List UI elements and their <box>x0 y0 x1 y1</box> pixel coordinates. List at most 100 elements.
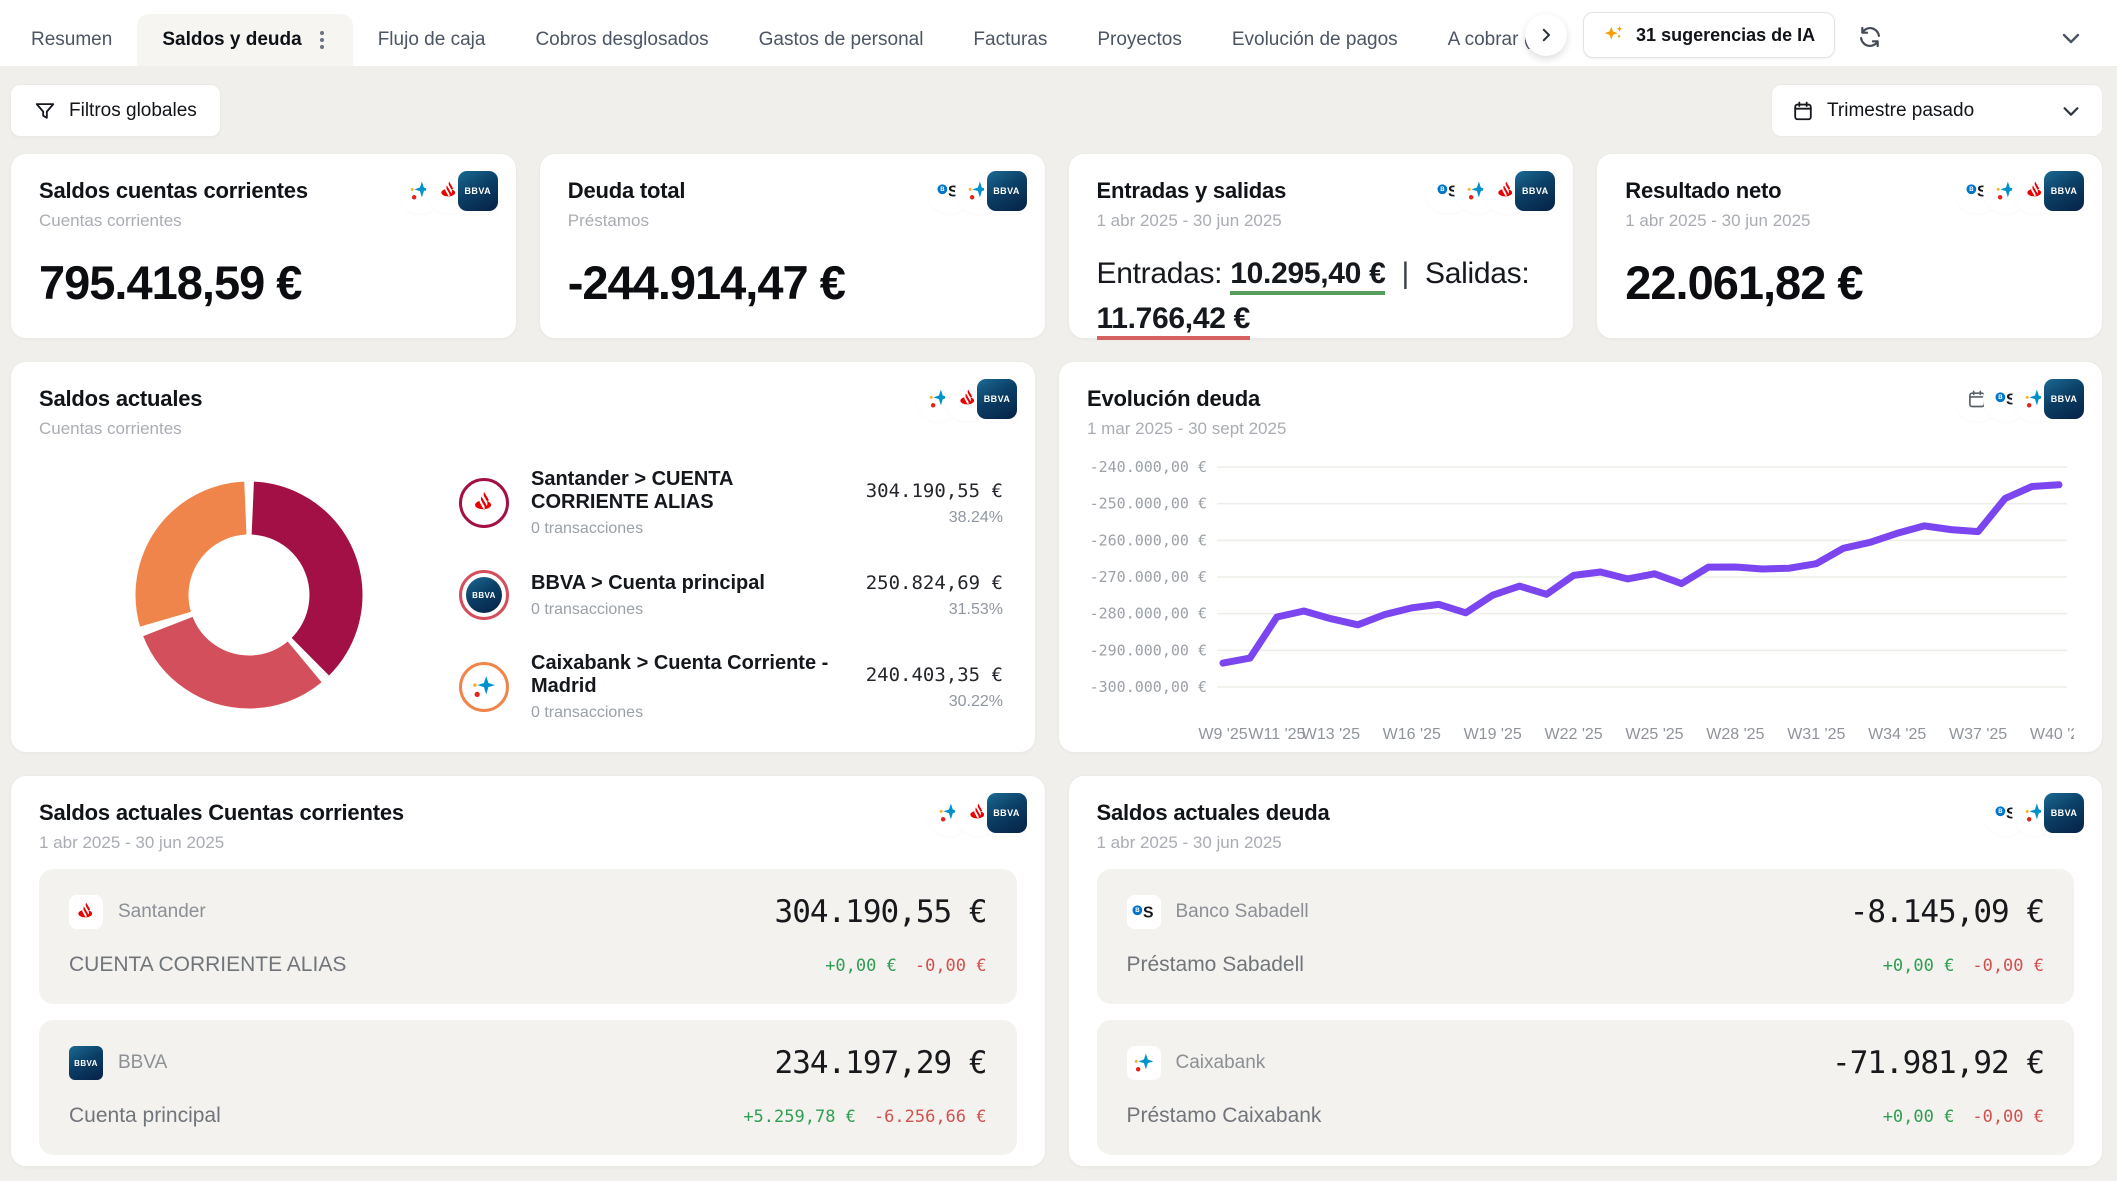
bbva-icon: BBVA <box>2044 171 2084 211</box>
debt-balances-table-card: Saldos actuales deuda 1 abr 2025 - 30 ju… <box>1068 775 2104 1167</box>
inflow-delta: +0,00 € <box>1883 956 1955 976</box>
svg-text:W25 '25: W25 '25 <box>1625 726 1683 743</box>
svg-text:W28 '25: W28 '25 <box>1706 726 1764 743</box>
tab-bar: Resumen Saldos y deuda Flujo de caja Cob… <box>0 0 2117 66</box>
bank-avatar-group: BBVA <box>930 379 1017 419</box>
kpi-value: 795.418,59 € <box>39 255 488 310</box>
transactions-count: 0 transacciones <box>531 704 844 722</box>
outflow-value: 11.766,42 € <box>1097 302 1251 340</box>
debt-evolution-card: Evolución deuda 1 mar 2025 - 30 sept 202… <box>1058 361 2103 753</box>
table-row[interactable]: BBVA BBVA 234.197,29 € Cuenta principal … <box>39 1020 1017 1155</box>
global-filters-button[interactable]: Filtros globales <box>10 84 221 137</box>
bank-name: Banco Sabadell <box>1176 901 1309 923</box>
svg-text:W22 '25: W22 '25 <box>1544 726 1602 743</box>
account-name: Préstamo Sabadell <box>1127 953 1304 977</box>
current-balances-card: Saldos actuales Cuentas corrientes BBVA … <box>10 361 1036 753</box>
table-row[interactable]: BS Banco Sabadell -8.145,09 € Préstamo S… <box>1097 869 2075 1004</box>
inflow-value: 10.295,40 € <box>1230 257 1385 295</box>
caixabank-icon <box>1127 1046 1161 1080</box>
outflow-label: Salidas: <box>1425 257 1529 290</box>
tab-flujo-de-caja[interactable]: Flujo de caja <box>353 14 511 66</box>
bank-avatar-group: BBVA <box>411 171 498 211</box>
bank-avatar-group: BS BBVA <box>1439 171 1555 211</box>
svg-text:W11 '25: W11 '25 <box>1248 726 1305 743</box>
card-subtitle: 1 mar 2025 - 30 sept 2025 <box>1087 419 2074 439</box>
account-balance: -8.145,09 € <box>1850 894 2044 930</box>
table-row[interactable]: Caixabank -71.981,92 € Préstamo Caixaban… <box>1097 1020 2075 1155</box>
card-title: Saldos actuales <box>39 386 1007 412</box>
svg-text:W9 '25: W9 '25 <box>1198 726 1247 743</box>
account-balance: 304.190,55 € <box>775 894 987 930</box>
debt-line-chart: -240.000,00 €-250.000,00 €-260.000,00 €-… <box>1087 449 2074 756</box>
inflow-outflow-line: Entradas: 10.295,40 € | Salidas: 11.766,… <box>1097 251 1546 341</box>
middle-row: Saldos actuales Cuentas corrientes BBVA … <box>0 361 2117 753</box>
svg-text:-240.000,00 €: -240.000,00 € <box>1090 458 1207 476</box>
bank-name: Caixabank <box>1176 1052 1266 1074</box>
account-balance: 304.190,55 € <box>866 480 1003 502</box>
account-name: Santander > CUENTA CORRIENTE ALIAS <box>531 468 844 514</box>
account-name: BBVA > Cuenta principal <box>531 572 765 595</box>
bottom-row: Saldos actuales Cuentas corrientes 1 abr… <box>0 775 2117 1167</box>
card-subtitle: 1 abr 2025 - 30 jun 2025 <box>1097 211 1546 231</box>
tab-evolucion-de-pagos[interactable]: Evolución de pagos <box>1207 14 1423 66</box>
inflow-delta: +0,00 € <box>825 956 897 976</box>
bbva-icon: BBVA <box>987 793 1027 833</box>
bank-name: BBVA <box>118 1052 167 1074</box>
svg-text:W37 '25: W37 '25 <box>1949 726 2007 743</box>
balances-donut-chart <box>39 477 459 713</box>
tab-gastos-de-personal[interactable]: Gastos de personal <box>734 14 949 66</box>
svg-text:W31 '25: W31 '25 <box>1787 726 1845 743</box>
account-name: Préstamo Caixabank <box>1127 1104 1322 1128</box>
chevron-down-icon <box>2059 26 2083 50</box>
table-row[interactable]: Santander 304.190,55 € CUENTA CORRIENTE … <box>39 869 1017 1004</box>
inflow-delta: +0,00 € <box>1883 1107 1955 1127</box>
svg-text:-260.000,00 €: -260.000,00 € <box>1090 531 1207 549</box>
bank-avatar-group: BBVA <box>940 793 1027 833</box>
legend-item-caixabank[interactable]: Caixabank > Cuenta Corriente - Madrid 0 … <box>459 652 1003 722</box>
bbva-icon: BBVA <box>977 379 1017 419</box>
outflow-delta: -0,00 € <box>1972 956 2044 976</box>
svg-text:W34 '25: W34 '25 <box>1868 726 1926 743</box>
bbva-icon: BBVA <box>459 570 509 620</box>
legend-item-bbva[interactable]: BBVA BBVA > Cuenta principal 0 transacci… <box>459 570 1003 620</box>
period-select[interactable]: Trimestre pasado <box>1771 84 2103 137</box>
calendar-icon <box>1792 100 1814 122</box>
legend-item-santander[interactable]: Santander > CUENTA CORRIENTE ALIAS 0 tra… <box>459 468 1003 538</box>
tab-proyectos[interactable]: Proyectos <box>1072 14 1206 66</box>
account-balance: 234.197,29 € <box>775 1045 987 1081</box>
transactions-count: 0 transacciones <box>531 601 765 619</box>
ai-suggestions-button[interactable]: 31 sugerencias de IA <box>1583 12 1835 58</box>
filters-row: Filtros globales Trimestre pasado <box>0 66 2117 153</box>
bank-avatar-group: BS BBVA <box>940 171 1027 211</box>
svg-text:W19 '25: W19 '25 <box>1464 726 1522 743</box>
sparkles-icon <box>1603 24 1625 46</box>
outflow-delta: -0,00 € <box>1972 1107 2044 1127</box>
kpi-row: Saldos cuentas corrientes Cuentas corrie… <box>0 153 2117 339</box>
chevron-right-icon <box>1537 26 1555 44</box>
svg-text:W16 '25: W16 '25 <box>1383 726 1441 743</box>
account-percent: 30.22% <box>866 693 1003 711</box>
tab-facturas[interactable]: Facturas <box>948 14 1072 66</box>
bank-avatar-group: BS BBVA <box>1968 379 2084 419</box>
card-subtitle: Préstamos <box>568 211 1017 231</box>
card-subtitle: Cuentas corrientes <box>39 211 488 231</box>
svg-text:-290.000,00 €: -290.000,00 € <box>1090 641 1207 659</box>
bbva-icon: BBVA <box>2044 379 2084 419</box>
bbva-icon: BBVA <box>2044 793 2084 833</box>
account-percent: 38.24% <box>866 509 1003 527</box>
bbva-icon: BBVA <box>987 171 1027 211</box>
card-title: Evolución deuda <box>1087 386 2074 412</box>
caixabank-icon <box>459 662 509 712</box>
account-name: Caixabank > Cuenta Corriente - Madrid <box>531 652 844 698</box>
collapse-dashboard-button[interactable] <box>2059 26 2083 50</box>
refresh-button[interactable] <box>1857 24 1883 50</box>
filter-funnel-icon <box>34 100 56 122</box>
kpi-card-saldos-cuentas-corrientes: Saldos cuentas corrientes Cuentas corrie… <box>10 153 517 339</box>
tab-saldos-y-deuda[interactable]: Saldos y deuda <box>137 14 352 66</box>
tab-resumen[interactable]: Resumen <box>6 14 137 66</box>
tab-options-kebab-icon[interactable] <box>316 27 328 53</box>
account-balance: 240.403,35 € <box>866 664 1003 686</box>
tabs-scroll-right-button[interactable] <box>1525 14 1567 56</box>
account-name: CUENTA CORRIENTE ALIAS <box>69 953 346 977</box>
tab-cobros-desglosados[interactable]: Cobros desglosados <box>510 14 733 66</box>
